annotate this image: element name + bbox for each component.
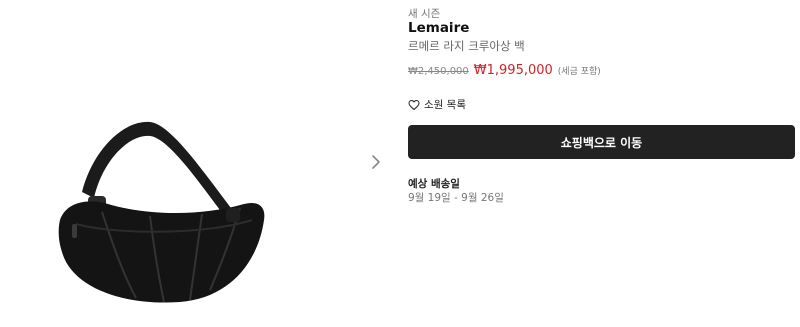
product-gallery: [0, 0, 390, 327]
product-image: [58, 121, 265, 303]
delivery-dates: 9월 19일 - 9월 26일: [408, 192, 504, 204]
brand-name[interactable]: Lemaire: [408, 20, 469, 36]
wishlist-button[interactable]: 소원 목록: [408, 97, 466, 112]
go-to-shopping-bag-button[interactable]: 쇼핑백으로 이동: [408, 125, 795, 159]
product-name: 르메르 라지 크루아상 백: [408, 39, 525, 53]
sale-price: ₩1,995,000: [473, 63, 553, 78]
chevron-right-icon[interactable]: [366, 152, 386, 172]
heart-outline-icon: [408, 99, 420, 110]
original-price: ₩2,450,000: [408, 66, 469, 77]
price-row: ₩2,450,000 ₩1,995,000 (세금 포함): [408, 63, 601, 78]
season-badge: 새 시즌: [408, 8, 441, 20]
wishlist-label: 소원 목록: [424, 99, 466, 111]
delivery-title: 예상 배송일: [408, 178, 460, 190]
tax-note: (세금 포함): [557, 67, 601, 77]
